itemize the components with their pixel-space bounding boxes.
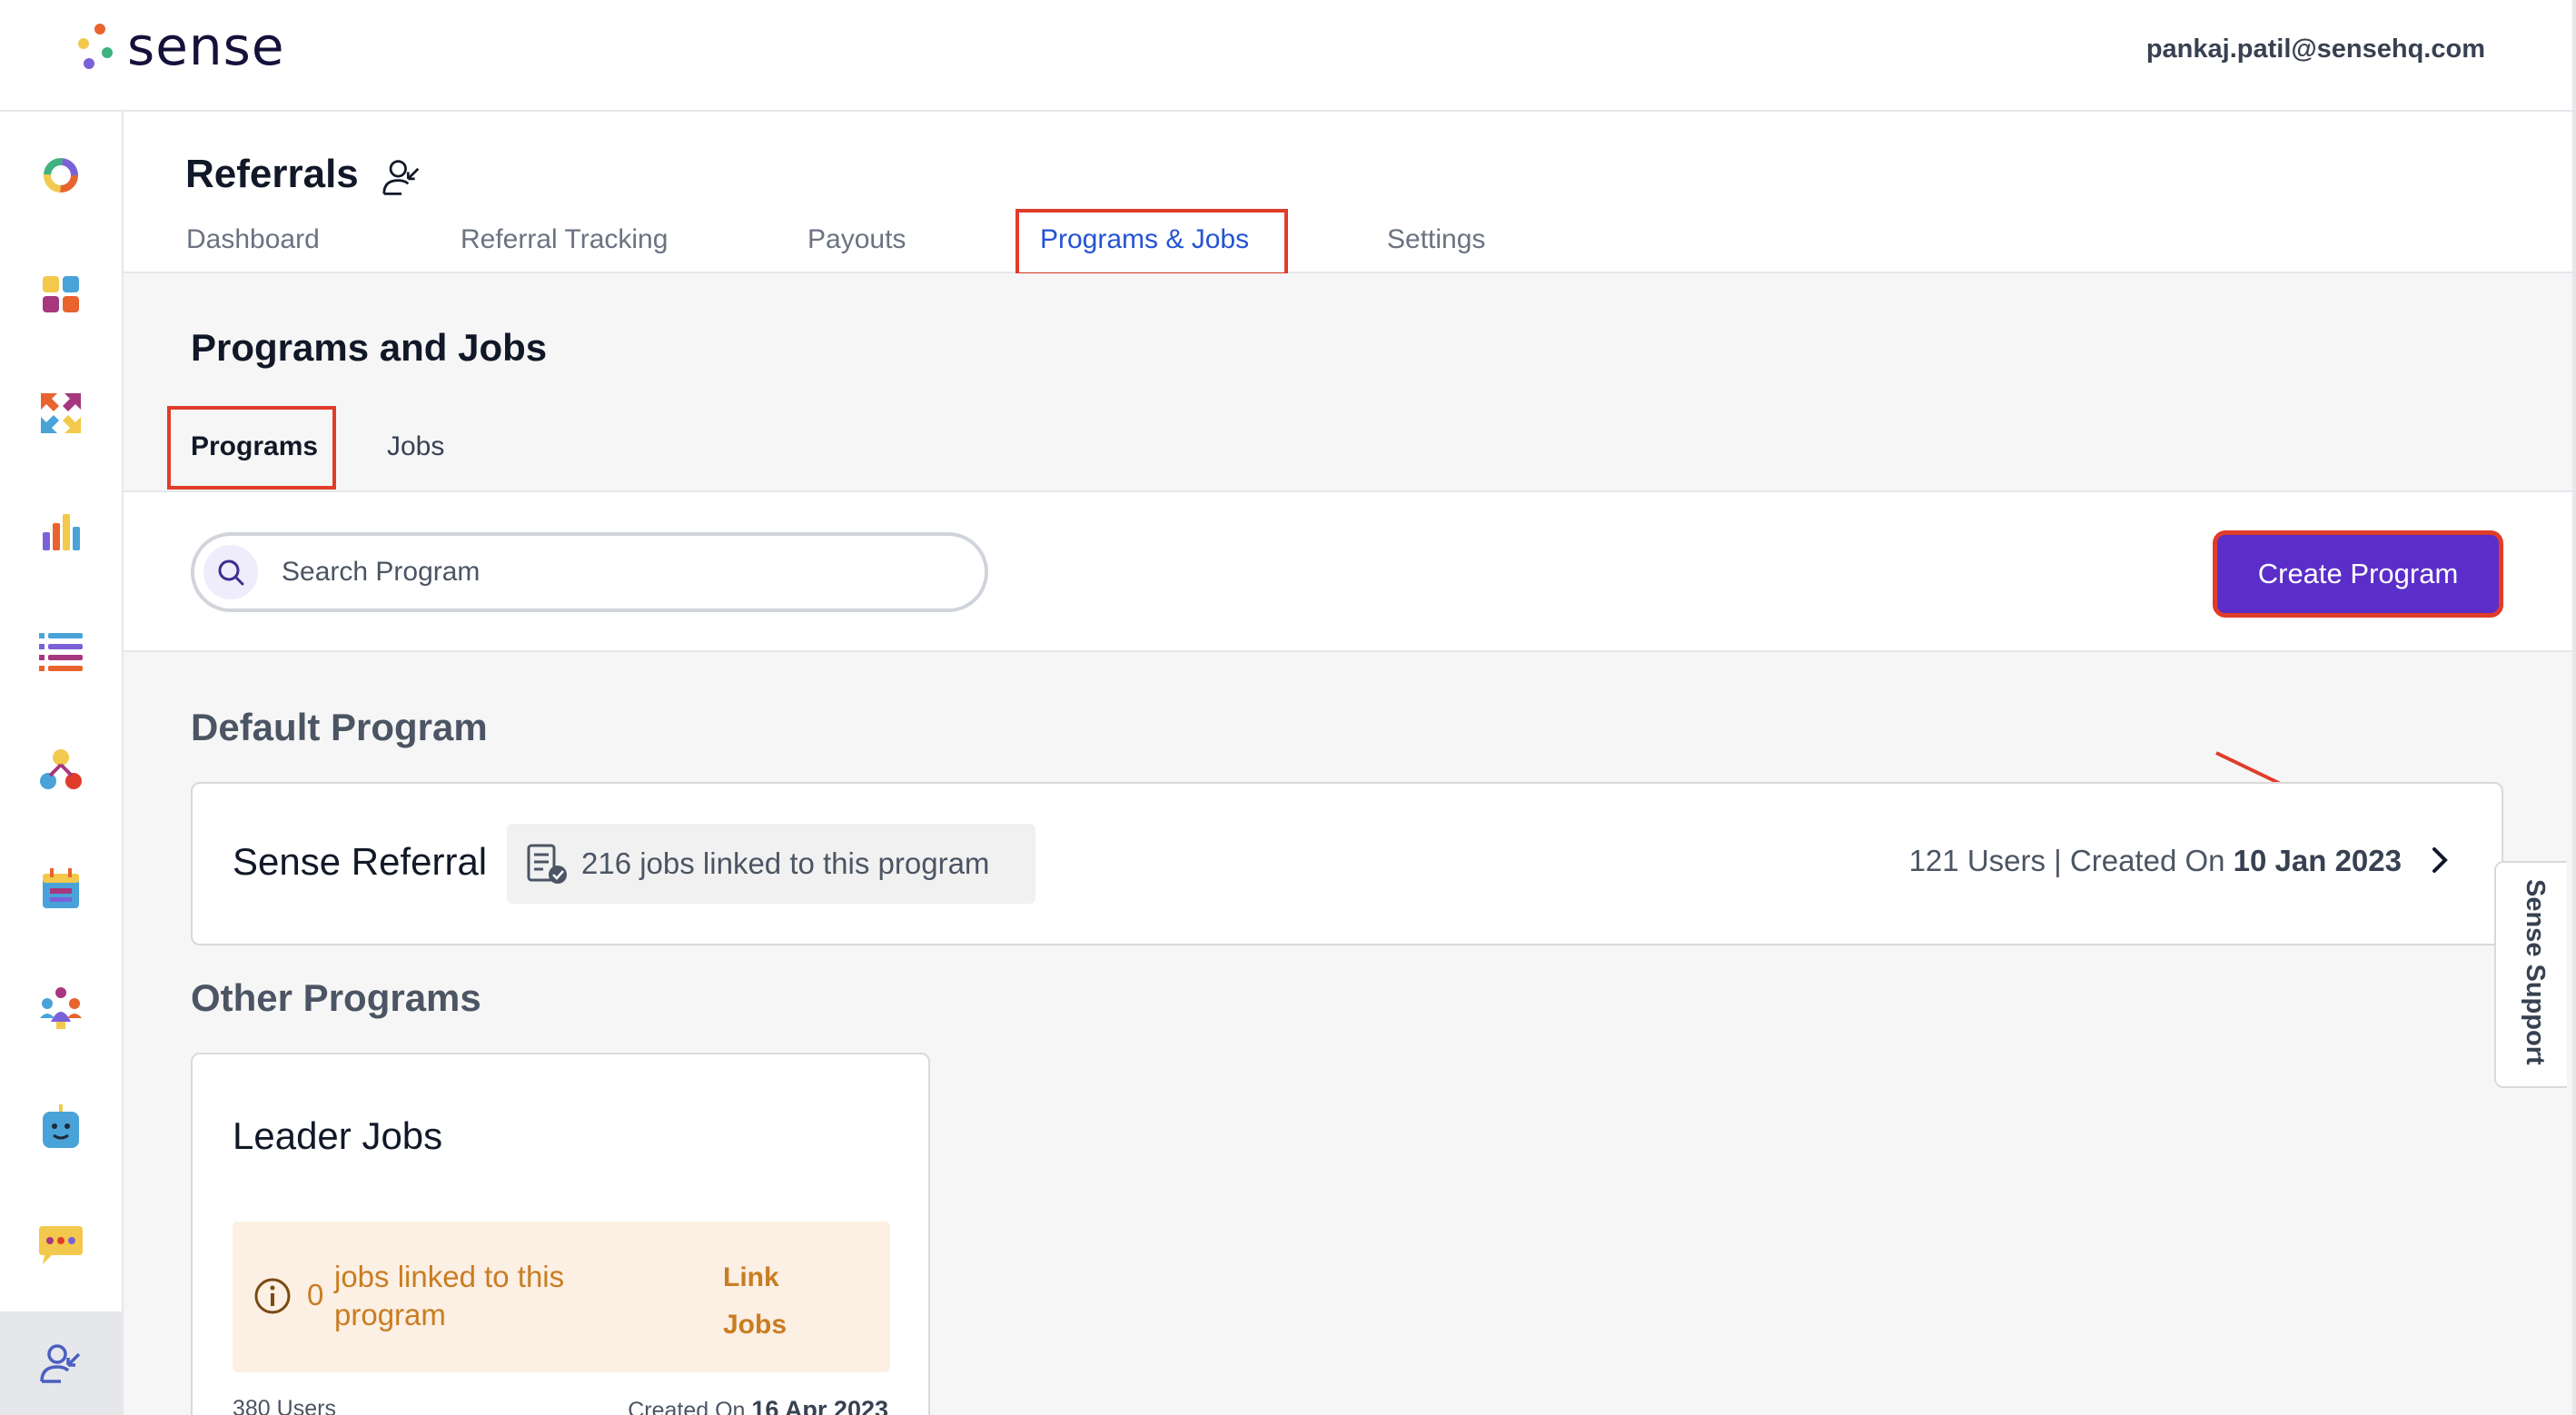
toolbar: Create Program: [124, 490, 2572, 652]
sidebar-item-engage[interactable]: [0, 363, 122, 463]
subtab-jobs[interactable]: Jobs: [387, 431, 444, 462]
program-users-count: 121: [1908, 844, 1959, 877]
default-program-card[interactable]: Sense Referral 216 jobs linked to this p…: [191, 782, 2503, 945]
program-meta: 121 Users | Created On 10 Jan 2023: [1909, 844, 2402, 878]
create-program-button[interactable]: Create Program: [2213, 530, 2503, 618]
tab-payouts[interactable]: Payouts: [807, 224, 906, 255]
search-input[interactable]: [282, 549, 954, 596]
sidebar-item-apps[interactable]: [0, 244, 122, 344]
highlight-box-subtab: [167, 406, 336, 490]
section-title: Programs and Jobs: [191, 326, 548, 369]
link-jobs-label-line2: Jobs: [723, 1310, 788, 1340]
link-jobs-link[interactable]: Link Jobs: [723, 1254, 814, 1349]
info-icon: [253, 1276, 292, 1321]
sidebar-item-referrals[interactable]: [0, 1311, 122, 1415]
link-jobs-label-line1: Link: [723, 1262, 779, 1292]
user-email[interactable]: pankaj.patil@sensehq.com: [2146, 35, 2485, 64]
sense-logo[interactable]: sense: [76, 18, 285, 74]
sidebar-item-overview[interactable]: [0, 125, 122, 225]
main-content: Programs and Jobs Programs Jobs Create P…: [124, 273, 2572, 1415]
program-created-date: 16 Apr 2023: [751, 1396, 888, 1415]
sidebar-item-calendar[interactable]: [0, 839, 122, 939]
document-check-icon: [527, 844, 567, 884]
sidebar-item-lists[interactable]: [0, 601, 122, 701]
page-header: Referrals Dashboard Referral Tracking Pa…: [124, 112, 2572, 276]
chatbot-icon: [43, 1104, 79, 1148]
created-on-label: Created On: [628, 1398, 746, 1415]
program-created-date: 10 Jan 2023: [2233, 844, 2402, 877]
logo-text: sense: [127, 15, 285, 77]
default-program-heading: Default Program: [191, 706, 488, 748]
tab-referral-tracking[interactable]: Referral Tracking: [461, 224, 668, 255]
sidebar-item-community[interactable]: [0, 958, 122, 1058]
jobs-linked-text: jobs linked to this program: [334, 1260, 565, 1331]
sidebar-item-messaging[interactable]: [0, 1196, 122, 1296]
page-title: Referrals: [185, 152, 359, 196]
jobs-linked-text: 216 jobs linked to this program: [581, 846, 990, 880]
sidebar-item-chatbot[interactable]: [0, 1077, 122, 1177]
list-icon: [39, 633, 83, 671]
donut-chart-icon: [44, 158, 78, 193]
calendar-icon: [43, 868, 79, 908]
community-icon: [40, 987, 82, 1029]
other-programs-heading: Other Programs: [191, 976, 481, 1019]
program-users: 380 Users: [233, 1396, 336, 1415]
jobs-count: 0: [307, 1278, 324, 1311]
search-box[interactable]: [191, 532, 988, 612]
referral-user-icon: [40, 1344, 81, 1383]
sidebar-item-network[interactable]: [0, 720, 122, 820]
sidebar-item-analytics[interactable]: [0, 482, 122, 582]
apps-grid-icon: [43, 276, 79, 312]
chevron-right-icon[interactable]: [2429, 844, 2451, 881]
search-icon: [203, 545, 258, 599]
program-name: Leader Jobs: [233, 1114, 443, 1157]
referral-user-icon: [381, 157, 421, 202]
arrows-exchange-icon: [41, 393, 81, 433]
people-network-icon: [40, 749, 82, 789]
program-created: Created On 16 Apr 2023: [628, 1396, 888, 1415]
chat-bubble-icon: [39, 1226, 83, 1264]
support-label: Sense Support: [2521, 879, 2550, 1065]
sense-support-tab[interactable]: Sense Support: [2494, 861, 2567, 1088]
logo-dots-icon: [76, 18, 118, 74]
program-users-label: Users | Created On: [1967, 844, 2225, 877]
program-name: Sense Referral: [233, 840, 488, 883]
tab-dashboard[interactable]: Dashboard: [186, 224, 320, 255]
tab-settings[interactable]: Settings: [1387, 224, 1485, 255]
bar-chart-icon: [43, 514, 80, 550]
highlight-box-tab: [1016, 209, 1288, 276]
no-jobs-notice: 0 jobs linked to this program Link Jobs: [233, 1222, 890, 1372]
program-card[interactable]: Leader Jobs 0 jobs linked to this progra…: [191, 1053, 930, 1415]
sidebar: [0, 112, 124, 1415]
scrollbar[interactable]: [2572, 0, 2576, 1415]
jobs-linked-chip: 216 jobs linked to this program: [507, 824, 1035, 904]
top-bar: sense pankaj.patil@sensehq.com: [0, 0, 2576, 112]
